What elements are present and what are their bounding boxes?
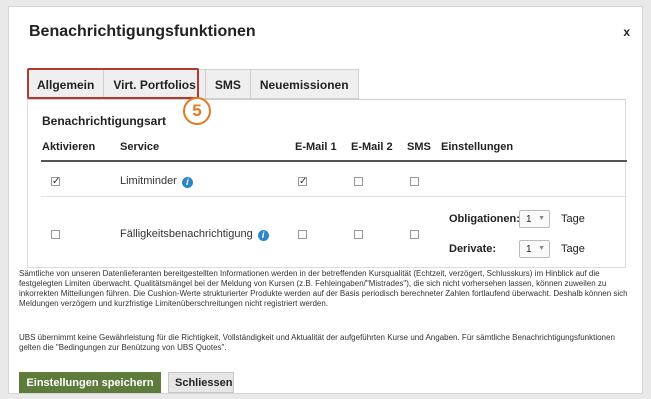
chevron-down-icon: ▼: [538, 215, 545, 222]
checkbox-activate-faelligkeit[interactable]: [51, 230, 60, 239]
checkbox-email2-limitminder[interactable]: [354, 177, 363, 186]
disclaimer-paragraph-1: Sämtliche von unseren Datenlieferanten b…: [19, 269, 628, 308]
save-settings-button[interactable]: Einstellungen speichern: [19, 372, 161, 393]
service-label-limitminder: Limitminder: [120, 175, 177, 187]
close-button[interactable]: Schliessen: [168, 372, 234, 393]
checkbox-sms-limitminder[interactable]: [410, 177, 419, 186]
tab-sms[interactable]: SMS: [205, 69, 251, 99]
step-number-badge: 5: [183, 97, 211, 125]
derivate-unit: Tage: [561, 243, 585, 255]
checkbox-activate-limitminder[interactable]: ✓: [51, 177, 60, 187]
derivate-select[interactable]: 1 ▼: [519, 240, 550, 258]
obligationen-label: Obligationen:: [449, 213, 520, 225]
col-header-settings: Einstellungen: [441, 141, 514, 153]
tab-virt-portfolios[interactable]: Virt. Portfolios: [104, 69, 206, 99]
close-icon[interactable]: x: [623, 25, 630, 39]
chevron-down-icon: ▼: [538, 245, 545, 252]
service-row: Limitminder i: [120, 175, 193, 188]
header-divider: [41, 160, 627, 162]
tab-allgemein[interactable]: Allgemein: [27, 69, 105, 99]
col-header-email2: E-Mail 2: [351, 141, 393, 153]
disclaimer-paragraph-2: UBS übernimmt keine Gewährleistung für d…: [19, 333, 615, 352]
col-header-sms: SMS: [407, 141, 431, 153]
obligationen-select[interactable]: 1 ▼: [519, 210, 550, 228]
derivate-value: 1: [526, 244, 532, 255]
obligationen-value: 1: [526, 214, 532, 225]
checkbox-email1-limitminder[interactable]: ✓: [298, 177, 307, 187]
info-icon[interactable]: i: [181, 177, 193, 188]
row-divider: [41, 196, 627, 197]
service-label-faelligkeit: Fälligkeitsbenachrichtigung: [120, 228, 253, 240]
col-header-activate: Aktivieren: [42, 141, 96, 153]
service-row: Fälligkeitsbenachrichtigung i: [120, 228, 269, 241]
tab-bar: Allgemein Virt. Portfolios SMS Neuemissi…: [27, 69, 359, 99]
col-header-service: Service: [120, 141, 160, 153]
derivate-label: Derivate:: [449, 243, 497, 255]
info-icon[interactable]: i: [257, 230, 269, 241]
notification-dialog: Benachrichtigungsfunktionen x Allgemein …: [8, 6, 643, 394]
obligationen-unit: Tage: [561, 213, 585, 225]
section-title: Benachrichtigungsart: [42, 114, 167, 128]
dialog-title: Benachrichtigungsfunktionen: [29, 23, 256, 40]
checkbox-email1-faelligkeit[interactable]: [298, 230, 307, 239]
tab-neuemissionen[interactable]: Neuemissionen: [250, 69, 359, 99]
checkbox-email2-faelligkeit[interactable]: [354, 230, 363, 239]
col-header-email1: E-Mail 1: [295, 141, 337, 153]
checkbox-sms-faelligkeit[interactable]: [410, 230, 419, 239]
tab-panel-allgemein: Benachrichtigungsart Aktivieren Service …: [27, 100, 627, 268]
